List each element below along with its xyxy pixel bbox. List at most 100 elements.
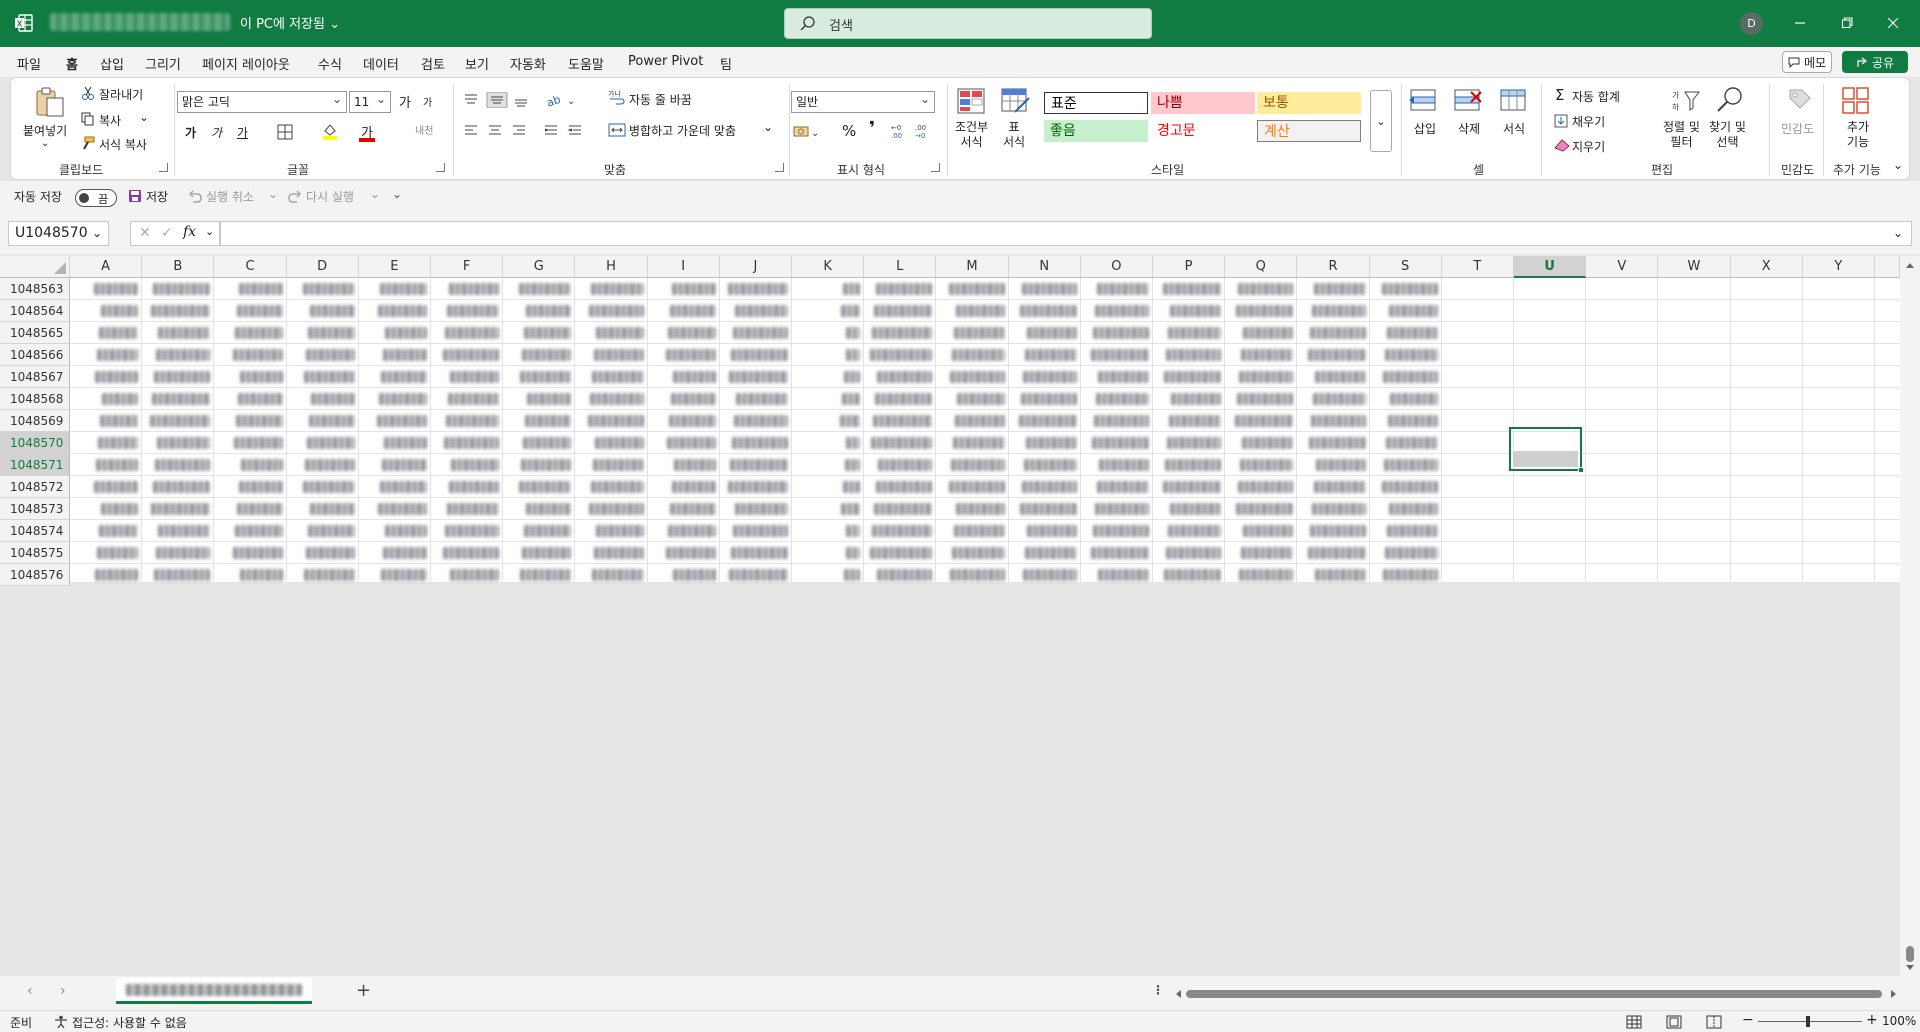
redacted-cell-content[interactable]: [1023, 459, 1077, 471]
tab-page-layout[interactable]: 페이지 레이아웃: [202, 54, 290, 73]
redacted-cell-content[interactable]: [840, 415, 861, 427]
redacted-cell-content[interactable]: [382, 459, 427, 471]
redacted-cell-content[interactable]: [1237, 393, 1294, 405]
redacted-cell-content[interactable]: [665, 349, 716, 361]
comments-button[interactable]: 메모: [1782, 51, 1832, 73]
redacted-cell-content[interactable]: [158, 327, 211, 339]
redacted-cell-content[interactable]: [1020, 393, 1077, 405]
percent-button[interactable]: %: [842, 122, 856, 140]
redacted-cell-content[interactable]: [523, 437, 572, 449]
redacted-cell-content[interactable]: [94, 283, 139, 295]
redacted-cell-content[interactable]: [1243, 525, 1294, 537]
redacted-cell-content[interactable]: [96, 459, 139, 471]
redacted-cell-content[interactable]: [1025, 437, 1077, 449]
bold-button[interactable]: 가: [185, 124, 196, 141]
format-cells-button[interactable]: 서식: [1503, 120, 1525, 137]
zoom-in-icon[interactable]: +: [1866, 1012, 1878, 1028]
redacted-cell-content[interactable]: [102, 393, 139, 405]
row-header[interactable]: 1048564: [0, 300, 70, 322]
redacted-cell-content[interactable]: [155, 459, 211, 471]
redacted-cell-content[interactable]: [956, 393, 1005, 405]
redacted-cell-content[interactable]: [1240, 459, 1294, 471]
tab-help[interactable]: 도움말: [568, 54, 604, 73]
redacted-cell-content[interactable]: [845, 459, 861, 471]
redacted-cell-content[interactable]: [871, 437, 933, 449]
redacted-cell-content[interactable]: [1095, 305, 1149, 317]
redacted-cell-content[interactable]: [668, 415, 716, 427]
redacted-cell-content[interactable]: [308, 415, 355, 427]
column-header-f[interactable]: F: [431, 256, 504, 278]
tab-formulas[interactable]: 수식: [318, 54, 342, 73]
delete-cells-button[interactable]: 삭제: [1458, 120, 1480, 137]
redacted-cell-content[interactable]: [1019, 503, 1077, 515]
redacted-cell-content[interactable]: [445, 327, 500, 339]
redacted-cell-content[interactable]: [101, 503, 139, 515]
paste-dropdown-icon[interactable]: ⌄: [41, 138, 49, 149]
redacted-cell-content[interactable]: [949, 371, 1005, 383]
redacted-cell-content[interactable]: [1093, 525, 1149, 537]
redacted-cell-content[interactable]: [1166, 547, 1222, 559]
redacted-cell-content[interactable]: [587, 415, 644, 427]
row-header[interactable]: 1048575: [0, 542, 70, 564]
redacted-cell-content[interactable]: [99, 525, 139, 537]
redacted-cell-content[interactable]: [1168, 327, 1222, 339]
redacted-cell-content[interactable]: [519, 283, 572, 295]
grow-font-button[interactable]: 가: [399, 92, 411, 111]
select-all-corner[interactable]: [0, 256, 70, 278]
redacted-cell-content[interactable]: [302, 481, 355, 493]
redacted-cell-content[interactable]: [100, 415, 139, 427]
redacted-cell-content[interactable]: [730, 459, 788, 471]
redacted-cell-content[interactable]: [952, 437, 1005, 449]
redacted-cell-content[interactable]: [1314, 371, 1366, 383]
redacted-cell-content[interactable]: [665, 547, 716, 559]
redacted-cell-content[interactable]: [307, 525, 355, 537]
enter-icon[interactable]: ✓: [161, 225, 173, 241]
redacted-cell-content[interactable]: [874, 503, 933, 515]
redacted-cell-content[interactable]: [1094, 415, 1149, 427]
redacted-cell-content[interactable]: [232, 349, 283, 361]
redacted-cell-content[interactable]: [1236, 503, 1294, 515]
column-header-w[interactable]: W: [1658, 256, 1731, 278]
row-header[interactable]: 1048567: [0, 366, 70, 388]
redacted-cell-content[interactable]: [384, 437, 427, 449]
redacted-cell-content[interactable]: [595, 525, 644, 537]
redacted-cell-content[interactable]: [527, 393, 572, 405]
page-layout-view-icon[interactable]: [1666, 1015, 1682, 1029]
style-good[interactable]: 좋음: [1044, 120, 1148, 142]
horizontal-scrollbar[interactable]: [1172, 986, 1900, 1000]
redacted-cell-content[interactable]: [1238, 283, 1294, 295]
row-header[interactable]: 1048570: [0, 432, 70, 454]
redacted-cell-content[interactable]: [1312, 393, 1366, 405]
redacted-cell-content[interactable]: [1019, 305, 1077, 317]
redacted-cell-content[interactable]: [450, 569, 500, 581]
redacted-cell-content[interactable]: [1386, 327, 1438, 339]
redacted-cell-content[interactable]: [1387, 415, 1438, 427]
fx-dropdown-icon[interactable]: ⌄: [205, 225, 214, 238]
redacted-cell-content[interactable]: [843, 481, 861, 493]
cut-button[interactable]: 잘라내기: [99, 86, 143, 103]
redacted-cell-content[interactable]: [667, 327, 716, 339]
zoom-slider-handle[interactable]: [1806, 1016, 1810, 1027]
prev-sheet-icon[interactable]: ‹: [27, 983, 33, 999]
redacted-cell-content[interactable]: [236, 503, 283, 515]
redacted-cell-content[interactable]: [449, 283, 500, 295]
redacted-cell-content[interactable]: [154, 371, 211, 383]
font-size-select[interactable]: 11: [349, 89, 391, 113]
redacted-cell-content[interactable]: [381, 569, 427, 581]
column-header-e[interactable]: E: [358, 256, 431, 278]
paste-button[interactable]: 붙여넣기: [23, 122, 67, 139]
normal-view-icon[interactable]: [1626, 1015, 1642, 1029]
redacted-cell-content[interactable]: [238, 481, 283, 493]
redacted-cell-content[interactable]: [95, 569, 139, 581]
zoom-out-icon[interactable]: −: [1742, 1012, 1754, 1028]
row-header[interactable]: 1048573: [0, 498, 70, 520]
redacted-cell-content[interactable]: [443, 349, 500, 361]
undo-button[interactable]: 실행 취소: [206, 188, 254, 205]
redacted-cell-content[interactable]: [239, 371, 283, 383]
redacted-cell-content[interactable]: [593, 349, 644, 361]
redacted-cell-content[interactable]: [953, 327, 1005, 339]
redacted-cell-content[interactable]: [1092, 437, 1149, 449]
redacted-cell-content[interactable]: [841, 503, 861, 515]
column-header-q[interactable]: Q: [1225, 256, 1298, 278]
redacted-cell-content[interactable]: [1171, 393, 1222, 405]
